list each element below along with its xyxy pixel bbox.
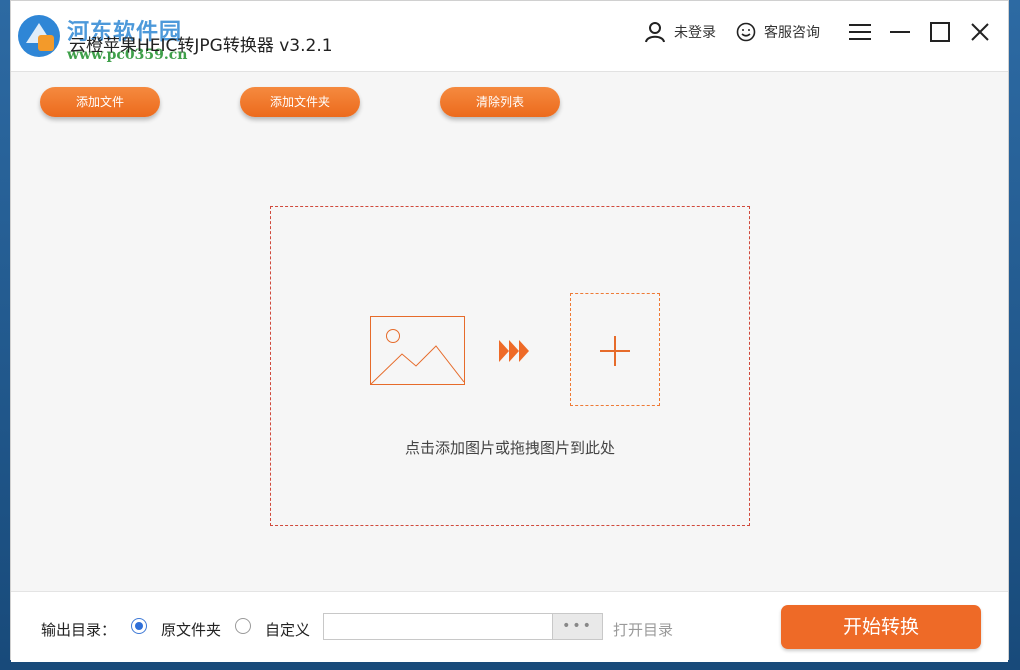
add-folder-button[interactable]: 添加文件夹: [240, 87, 360, 117]
app-logo-icon: [18, 15, 60, 57]
hamburger-icon: [849, 24, 871, 40]
fast-forward-icon: [499, 340, 529, 362]
plus-icon: [600, 336, 630, 366]
original-folder-label[interactable]: 原文件夹: [161, 619, 221, 640]
close-icon: [971, 23, 989, 41]
minimize-button[interactable]: [880, 15, 920, 49]
output-bar: 输出目录： 原文件夹 自定义 ••• 打开目录 开始转换: [11, 591, 1008, 662]
support-label: 客服咨询: [764, 25, 820, 41]
user-icon: [645, 22, 665, 43]
drop-zone[interactable]: 点击添加图片或拖拽图片到此处: [270, 206, 750, 526]
maximize-icon: [930, 22, 950, 42]
start-convert-button[interactable]: 开始转换: [781, 605, 981, 649]
output-label: 输出目录：: [41, 621, 117, 639]
title-controls: 未登录 客服咨询: [644, 15, 1000, 49]
support-button[interactable]: 客服咨询: [736, 22, 820, 42]
app-window: 河东软件园 www.pc0359.cn 云橙苹果HEIC转JPG转换器 v3.2…: [10, 0, 1009, 662]
custom-label[interactable]: 自定义: [265, 619, 310, 640]
image-icon: [370, 316, 465, 385]
radio-custom[interactable]: [235, 618, 251, 634]
add-image-target[interactable]: [570, 293, 660, 406]
close-button[interactable]: [960, 15, 1000, 49]
add-file-button[interactable]: 添加文件: [40, 87, 160, 117]
login-label: 未登录: [674, 25, 716, 41]
maximize-button[interactable]: [920, 15, 960, 49]
radio-original-folder[interactable]: [131, 618, 147, 634]
open-directory-link[interactable]: 打开目录: [613, 619, 673, 640]
output-path-input[interactable]: [323, 613, 553, 640]
drop-hint: 点击添加图片或拖拽图片到此处: [404, 439, 615, 457]
minimize-icon: [890, 31, 910, 33]
title-bar: 河东软件园 www.pc0359.cn 云橙苹果HEIC转JPG转换器 v3.2…: [11, 1, 1008, 72]
browse-button[interactable]: •••: [553, 613, 603, 640]
menu-button[interactable]: [840, 15, 880, 49]
app-title: 云橙苹果HEIC转JPG转换器 v3.2.1: [69, 36, 333, 56]
smiley-icon: [736, 22, 756, 42]
login-button[interactable]: 未登录: [644, 21, 716, 43]
clear-list-button[interactable]: 清除列表: [440, 87, 560, 117]
